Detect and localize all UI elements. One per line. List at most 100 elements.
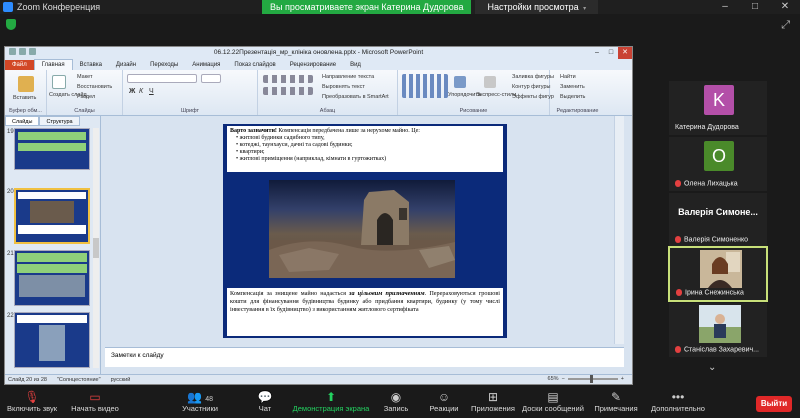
share-screen-button[interactable]: ⬆ Демонстрация экрана [292,390,370,413]
underline-button[interactable]: Ч [149,88,154,95]
apps-button[interactable]: ⊞ Приложения [470,390,516,413]
zoom-slider-thumb[interactable] [589,375,593,383]
participant-tile[interactable]: Валерія Симоне... Валерія Симоненко [668,192,768,248]
participant-tile[interactable]: K Катерина Дудорова [668,80,768,136]
thumb-text-block [18,132,86,140]
slide-textbox-top[interactable]: Варто зазначити! Компенсація передбачена… [227,126,503,172]
notes-button[interactable]: ✎ Примечания [592,390,640,413]
slide-thumbnail-22[interactable] [14,312,90,368]
scroll-thumb[interactable] [93,238,99,258]
shape-effects-button[interactable]: Эффекты фигур [512,94,554,100]
muted-mic-icon [676,288,682,296]
zoom-slider[interactable] [567,375,618,383]
font-size-select[interactable] [201,74,221,83]
more-button[interactable]: ••• Дополнительно [646,390,710,413]
shape-fill-button[interactable]: Заливка фигуры [512,74,554,80]
maximize-button[interactable]: □ [740,0,770,14]
slide-textbox-bottom[interactable]: Компенсація за знищене майно надається з… [227,288,503,336]
tab-animation[interactable]: Анимация [185,60,227,70]
ppt-title-bar: 06.12.22Презентація_мр_клініка оновлена.… [5,47,632,59]
fullscreen-icon[interactable]: ⤢ [781,19,790,32]
participant-name-row: Валерія Симоненко [675,235,748,243]
list-buttons[interactable] [263,75,313,83]
smartart-button[interactable]: Преобразовать в SmartArt [322,94,389,100]
ppt-window-controls: – □ ✕ [590,47,632,59]
ppt-close-button[interactable]: ✕ [618,47,632,59]
replace-button[interactable]: Заменить [560,84,585,90]
participant-tile[interactable]: O Олена Лихацька [668,136,768,192]
muted-mic-icon [675,345,681,353]
arrange-icon[interactable] [454,76,466,88]
participant-tile-active-speaker[interactable]: Ірина Снежинська [668,246,768,302]
zoom-in-button[interactable]: + [621,376,624,382]
find-button[interactable]: Найти [560,74,576,80]
language-indicator[interactable]: русский [111,377,131,383]
close-button[interactable]: ✕ [770,0,800,14]
font-name-select[interactable] [127,74,197,83]
zoom-out-button[interactable]: − [562,376,565,382]
photo-illustration [269,190,455,278]
tab-design[interactable]: Дизайн [109,60,143,70]
participant-tile[interactable]: Станіслав Захаревич... [668,302,768,358]
leave-button[interactable]: Выйти [756,396,792,412]
slide-thumbnail-19[interactable] [14,128,90,170]
tab-insert[interactable]: Вставка [73,60,109,70]
quick-styles-icon[interactable] [484,76,496,88]
tab-slides[interactable]: Слайды [5,116,40,126]
bold-button[interactable]: Ж [129,88,135,95]
layout-button[interactable]: Макет [77,74,93,80]
paste-button[interactable]: Вставить [13,95,36,101]
reactions-button[interactable]: ☺ Реакции [426,390,462,413]
tab-view[interactable]: Вид [343,60,368,70]
view-settings-button[interactable]: Настройки просмотра ▾ [475,0,599,14]
security-shield-icon[interactable] [6,19,16,30]
participants-count: 48 [205,396,214,403]
ppt-document-title: 06.12.22Презентація_мр_клініка оновлена.… [213,49,424,56]
redo-icon[interactable] [29,48,36,55]
restore-button[interactable]: Восстановить [77,84,112,90]
participants-button[interactable]: 👥 48 Участники [178,390,222,413]
select-button[interactable]: Выделить [560,94,585,100]
tab-review[interactable]: Рецензирование [283,60,343,70]
tab-home[interactable]: Главная [33,59,73,70]
whiteboards-button[interactable]: ▤ Доски сообщений [520,390,586,413]
destroyed-house-photo[interactable] [269,180,455,278]
canvas-scrollbar[interactable] [614,116,624,344]
slide-panel-scrollbar[interactable] [93,128,99,368]
minimize-button[interactable]: – [710,0,740,14]
save-icon[interactable] [9,48,16,55]
paste-icon[interactable] [18,76,34,92]
zoom-level[interactable]: 65% [548,376,559,382]
tab-outline[interactable]: Структура [39,116,80,126]
thumb-image [30,201,74,223]
tab-file[interactable]: Файл [5,60,34,70]
align-text-button[interactable]: Выровнять текст [322,84,365,90]
quick-styles-button[interactable]: Экспресс-стили [476,92,516,98]
ppt-minimize-button[interactable]: – [590,47,604,59]
apps-icon: ⊞ [487,390,499,404]
undo-icon[interactable] [19,48,26,55]
slide-thumbnail-20[interactable] [14,188,90,244]
unmute-button[interactable]: 🎙 Включить звук [6,390,58,413]
tab-transitions[interactable]: Переходы [143,60,185,70]
shapes-gallery[interactable] [402,74,448,98]
record-button[interactable]: ◉ Запись [380,390,412,413]
start-video-button[interactable]: ▭ Начать видео [66,390,124,413]
section-button[interactable]: Раздел [77,94,95,100]
current-slide[interactable]: Варто зазначити! Компенсація передбачена… [223,124,507,338]
notes-pane[interactable]: Заметки к слайду [105,347,624,367]
thumb-text-block [18,143,86,151]
chat-button[interactable]: 💬 Чат [250,390,280,413]
slide-thumbnail-21[interactable] [14,250,90,306]
chat-label: Чат [258,404,272,413]
text-direction-button[interactable]: Направление текста [322,74,374,80]
shape-outline-button[interactable]: Контур фигуры [512,84,550,90]
participant-name: Станіслав Захаревич... [684,346,759,353]
tab-slideshow[interactable]: Показ слайдов [227,60,282,70]
italic-button[interactable]: К [139,88,143,95]
ppt-maximize-button[interactable]: □ [604,47,618,59]
alignment-buttons[interactable] [263,87,313,95]
zoom-window-title: Zoom Конференция [17,2,101,12]
new-slide-icon[interactable] [52,75,66,89]
scroll-down-chevron-icon[interactable]: ⌄ [708,362,716,373]
